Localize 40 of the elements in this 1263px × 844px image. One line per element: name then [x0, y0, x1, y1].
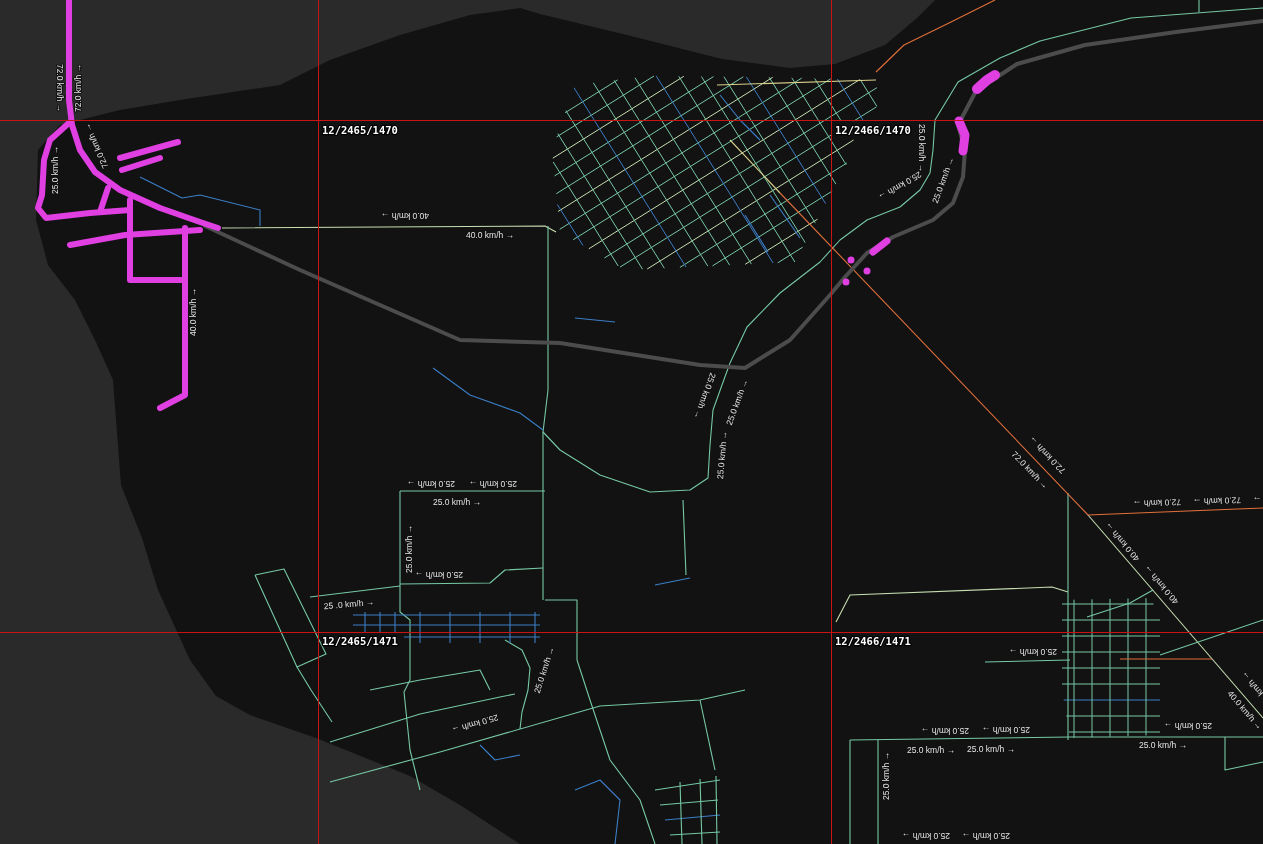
highlighted-road — [954, 116, 970, 156]
speed-limit-label: 72.0 km/h → — [55, 63, 65, 113]
speed-limit-label: 25.0 km/h → — [1008, 647, 1058, 657]
speed-limit-label: 25.0 km/h → — [50, 145, 60, 195]
speed-limit-label: 72.0 km/h → — [1132, 497, 1182, 509]
tile-coordinate-label: 12/2466/1470 — [835, 124, 911, 136]
speed-limit-label: 25.0 km/h → — [404, 524, 414, 574]
speed-limit-label: 25.0 km/h → — [930, 155, 956, 205]
speed-limit-label: 25.0 km/h → — [450, 712, 500, 736]
speed-limit-label: 25.0 km/h → — [468, 479, 518, 489]
speed-limit-label: 25.0 km/h → — [714, 430, 730, 480]
speed-limit-label: 25.0 km/h → — [432, 497, 482, 507]
speed-limit-label: 72.0 km/h → — [81, 121, 111, 171]
speed-limit-label: 25.0 km/h → — [406, 479, 456, 489]
speed-limit-label: 40.0 km/h → — [465, 230, 515, 240]
speed-limit-label: 25.0 km/h → — [1163, 721, 1213, 731]
speed-limit-label: 25.0 km/h → — [981, 725, 1031, 735]
speed-limit-label: 40.0 km/h → — [188, 287, 198, 337]
speed-limit-label: → — [1252, 494, 1262, 506]
tile-coordinate-label: 12/2465/1471 — [322, 635, 398, 647]
speed-limit-label: 25.0 km/h → — [1138, 740, 1188, 750]
speed-limit-label: 72.0 km/h → — [73, 63, 83, 113]
speed-limit-label: 25.0 km/h → — [966, 744, 1016, 754]
speed-limit-label: 25.0 km/h → — [906, 745, 956, 755]
speed-limit-label: 72.0 km/h → — [1192, 495, 1242, 507]
speed-limit-label: 25.0 km/h → — [881, 751, 891, 801]
speed-limit-label: 25.0 km/h → — [414, 570, 464, 580]
speed-limit-label: 25.0 km/h → — [724, 377, 750, 427]
speed-limit-label: 25.0 km/h → — [920, 726, 970, 736]
speed-limit-label: 40.0 km/h → — [380, 211, 430, 221]
speed-limit-label: 25.0 km/h → — [531, 645, 557, 695]
speed-limit-label: 25.0 km/h → — [692, 371, 718, 421]
highlighted-junction — [842, 278, 850, 286]
speed-limit-label: 25.0 km/h → — [961, 831, 1011, 841]
highlighted-road — [972, 70, 1000, 94]
highlighted-road — [869, 237, 891, 256]
speed-limit-label: 25 .0 km/h → — [323, 596, 375, 612]
tile-coordinate-label: 12/2466/1471 — [835, 635, 911, 647]
speed-limit-label: 25.0 km/h → — [901, 831, 951, 841]
tile-coordinate-label: 12/2465/1470 — [322, 124, 398, 136]
